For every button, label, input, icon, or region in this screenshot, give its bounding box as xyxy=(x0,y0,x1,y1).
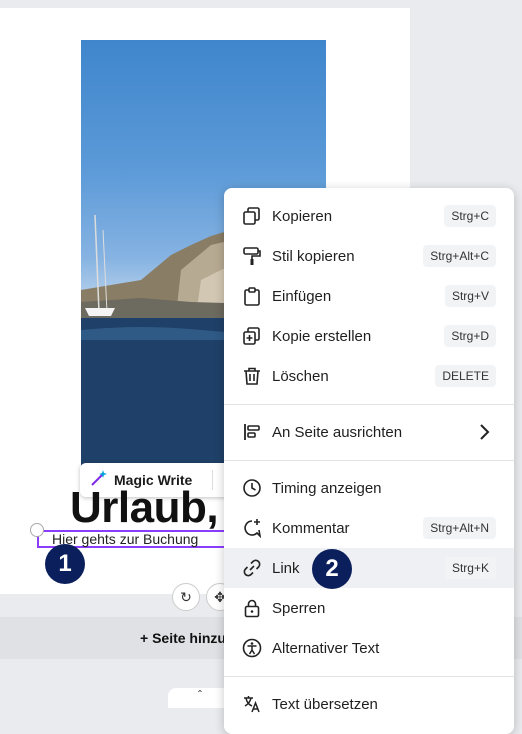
chevron-right-icon xyxy=(480,424,490,440)
menu-item-label: Kopieren xyxy=(272,207,333,225)
shortcut-badge: DELETE xyxy=(435,365,496,387)
menu-divider xyxy=(224,404,514,405)
comment-icon xyxy=(244,519,262,538)
lock-icon xyxy=(244,599,260,618)
clock-icon xyxy=(243,479,261,497)
menu-item-kommentar[interactable]: Kommentar Strg+Alt+N xyxy=(224,508,514,548)
resize-handle[interactable] xyxy=(30,523,44,537)
menu-item-text-uebersetzen[interactable]: Text übersetzen xyxy=(224,684,514,724)
paint-roller-icon xyxy=(243,247,261,265)
menu-item-sperren[interactable]: Sperren xyxy=(224,588,514,628)
menu-item-label: Stil kopieren xyxy=(272,247,355,265)
rotate-icon: ↻ xyxy=(180,588,192,605)
menu-item-label: An Seite ausrichten xyxy=(272,423,403,441)
shortcut-badge: Strg+C xyxy=(444,205,496,227)
shortcut-badge: Strg+Alt+C xyxy=(423,245,496,267)
menu-item-loeschen[interactable]: Löschen DELETE xyxy=(224,356,514,396)
menu-item-label: Text übersetzen xyxy=(272,695,378,713)
menu-item-label: Alternativer Text xyxy=(272,639,380,657)
menu-item-label: Timing anzeigen xyxy=(272,479,382,497)
heading-text[interactable]: Urlaub, xyxy=(70,484,219,532)
link-icon xyxy=(243,559,261,577)
copy-icon xyxy=(243,207,260,225)
expand-pages-tab[interactable]: ˆ xyxy=(168,688,232,708)
menu-item-an-seite-ausrichten[interactable]: An Seite ausrichten xyxy=(224,412,514,452)
menu-item-alternativer-text[interactable]: Alternativer Text xyxy=(224,628,514,668)
menu-item-label: Link xyxy=(272,559,300,577)
step-badge-2: 2 xyxy=(312,549,352,589)
menu-item-label: Einfügen xyxy=(272,287,332,305)
shortcut-badge: Strg+V xyxy=(444,285,496,307)
step-badge-1: 1 xyxy=(45,544,85,584)
menu-divider xyxy=(224,460,514,461)
menu-item-stil-kopieren[interactable]: Stil kopieren Strg+Alt+C xyxy=(224,236,514,276)
shortcut-badge: Strg+D xyxy=(444,325,496,347)
trash-icon xyxy=(244,367,260,385)
menu-item-timing-anzeigen[interactable]: Timing anzeigen xyxy=(224,468,514,508)
duplicate-icon xyxy=(243,327,260,345)
translate-icon xyxy=(244,696,260,713)
menu-item-kopie-erstellen[interactable]: Kopie erstellen Strg+D xyxy=(224,316,514,356)
menu-item-label: Kommentar xyxy=(272,519,350,537)
menu-divider xyxy=(224,676,514,677)
rotate-button[interactable]: ↻ xyxy=(172,583,200,611)
menu-item-label: Sperren xyxy=(272,599,326,617)
context-menu: Kopieren Strg+C Stil kopieren Strg+Alt+C… xyxy=(224,188,514,734)
align-icon xyxy=(244,424,260,440)
shortcut-badge: Strg+K xyxy=(444,557,496,579)
shortcut-badge: Strg+Alt+N xyxy=(423,517,496,539)
add-page-button[interactable]: + Seite hinzu xyxy=(140,630,226,646)
menu-item-label: Kopie erstellen xyxy=(272,327,372,345)
clipboard-icon xyxy=(244,287,260,306)
menu-item-label: Löschen xyxy=(272,367,329,385)
accessibility-icon xyxy=(242,638,262,658)
menu-item-kopieren[interactable]: Kopieren Strg+C xyxy=(224,196,514,236)
menu-item-link[interactable]: Link Strg+K xyxy=(224,548,514,588)
menu-item-einfuegen[interactable]: Einfügen Strg+V xyxy=(224,276,514,316)
